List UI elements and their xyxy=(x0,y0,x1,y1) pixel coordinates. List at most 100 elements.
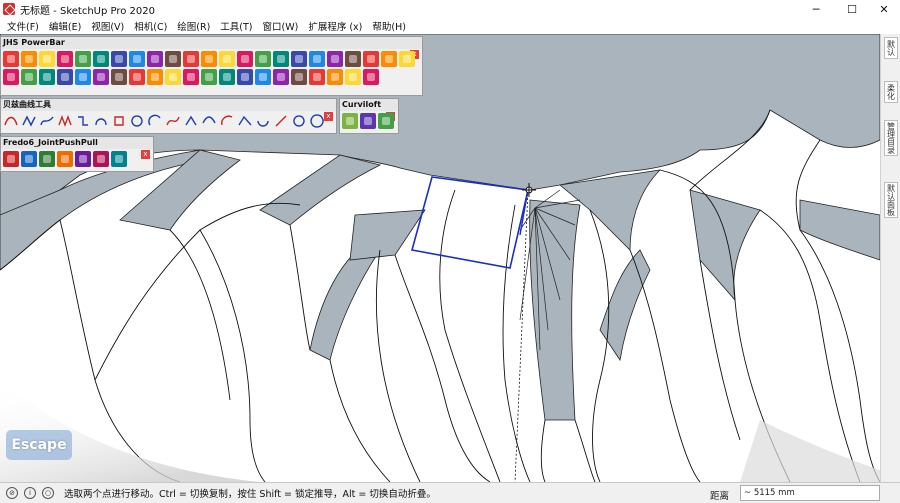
gray-wedge-center xyxy=(529,199,581,421)
jhs-tool-33-icon[interactable] xyxy=(165,69,181,85)
jhs-tool-37-icon[interactable] xyxy=(237,69,253,85)
jhs-tool-22-icon[interactable] xyxy=(381,51,397,67)
fredo6-tool-4-icon[interactable] xyxy=(57,151,73,167)
bezier-tool-18-icon[interactable] xyxy=(309,113,325,129)
jhs-tool-17-icon[interactable] xyxy=(291,51,307,67)
jhs-tool-23-icon[interactable] xyxy=(399,51,415,67)
fredo6-tool-5-icon[interactable] xyxy=(75,151,91,167)
jhs-tool-44-icon[interactable] xyxy=(363,69,379,85)
minimize-button[interactable]: ─ xyxy=(798,0,834,18)
jhs-tool-28-icon[interactable] xyxy=(75,69,91,85)
jhs-tool-36-icon[interactable] xyxy=(219,69,235,85)
bezier-tool-10-icon[interactable] xyxy=(165,113,181,129)
bezier-tool-11-icon[interactable] xyxy=(183,113,199,129)
jhs-tool-11-icon[interactable] xyxy=(183,51,199,67)
bezier-tool-9-icon[interactable] xyxy=(147,113,163,129)
geo-location-icon[interactable]: ⊘ xyxy=(6,487,18,499)
jhs-tool-24-icon[interactable] xyxy=(3,69,19,85)
fredo6-tool-2-icon[interactable] xyxy=(21,151,37,167)
curviloft-tool-1-icon[interactable] xyxy=(342,113,358,129)
bezier-tool-15-icon[interactable] xyxy=(255,113,271,129)
bezier-tool-6-icon[interactable] xyxy=(93,113,109,129)
jhs-tool-20-icon[interactable] xyxy=(345,51,361,67)
jhs-tool-30-icon[interactable] xyxy=(111,69,127,85)
menu-camera[interactable]: 相机(C) xyxy=(129,19,172,33)
bezier-tool-16-icon[interactable] xyxy=(273,113,289,129)
fredo6-tool-7-icon[interactable] xyxy=(111,151,127,167)
jhs-tool-42-icon[interactable] xyxy=(327,69,343,85)
tray-tab-default[interactable]: 默认 xyxy=(884,37,898,59)
jhs-tool-7-icon[interactable] xyxy=(111,51,127,67)
jhs-tool-27-icon[interactable] xyxy=(57,69,73,85)
bezier-tool-8-icon[interactable] xyxy=(129,113,145,129)
jhs-tool-4-icon[interactable] xyxy=(57,51,73,67)
jhs-tool-38-icon[interactable] xyxy=(255,69,271,85)
fredo6-toolbar-title[interactable]: Fredo6_JointPushPull xyxy=(1,137,153,149)
jhs-tool-41-icon[interactable] xyxy=(309,69,325,85)
credits-icon[interactable]: i xyxy=(24,487,36,499)
user-icon[interactable]: ○ xyxy=(42,487,54,499)
jhs-tool-9-icon[interactable] xyxy=(147,51,163,67)
curviloft-tool-3-icon[interactable] xyxy=(378,113,394,129)
bezier-tool-3-icon[interactable] xyxy=(39,113,55,129)
jhs-tool-21-icon[interactable] xyxy=(363,51,379,67)
jhs-tool-12-icon[interactable] xyxy=(201,51,217,67)
jhs-tool-31-icon[interactable] xyxy=(129,69,145,85)
jhs-tool-14-icon[interactable] xyxy=(237,51,253,67)
jhs-tool-2-icon[interactable] xyxy=(21,51,37,67)
jhs-tool-1-icon[interactable] xyxy=(3,51,19,67)
tray-tab-soften[interactable]: 柔化 xyxy=(884,81,898,103)
bezier-tool-2-icon[interactable] xyxy=(21,113,37,129)
jhs-tool-16-icon[interactable] xyxy=(273,51,289,67)
jhs-tool-43-icon[interactable] xyxy=(345,69,361,85)
menu-extensions[interactable]: 扩展程序 (x) xyxy=(303,19,367,33)
fredo6-tool-1-icon[interactable] xyxy=(3,151,19,167)
jhs-tool-13-icon[interactable] xyxy=(219,51,235,67)
bezier-toolbar-close-icon[interactable]: x xyxy=(324,112,333,121)
close-window-button[interactable]: ✕ xyxy=(866,0,900,18)
jhs-tool-40-icon[interactable] xyxy=(291,69,307,85)
jhs-tool-18-icon[interactable] xyxy=(309,51,325,67)
bezier-tool-5-icon[interactable] xyxy=(75,113,91,129)
jhs-tool-15-icon[interactable] xyxy=(255,51,271,67)
bezier-tool-13-icon[interactable] xyxy=(219,113,235,129)
jhs-tool-19-icon[interactable] xyxy=(327,51,343,67)
measurements-input[interactable]: ~ 5115 mm xyxy=(740,485,880,501)
maximize-button[interactable]: ☐ xyxy=(834,0,870,18)
menu-draw[interactable]: 绘图(R) xyxy=(172,19,215,33)
bezier-toolbar-title[interactable]: 贝兹曲线工具 xyxy=(1,99,336,111)
bezier-tool-4-icon[interactable] xyxy=(57,113,73,129)
jhs-tool-26-icon[interactable] xyxy=(39,69,55,85)
jhs-tool-8-icon[interactable] xyxy=(129,51,145,67)
menu-view[interactable]: 视图(V) xyxy=(86,19,129,33)
fredo6-tool-6-icon[interactable] xyxy=(93,151,109,167)
jhs-tool-5-icon[interactable] xyxy=(75,51,91,67)
jhs-tool-3-icon[interactable] xyxy=(39,51,55,67)
menu-help[interactable]: 帮助(H) xyxy=(367,19,411,33)
fredo6-toolbar-close-icon[interactable]: x xyxy=(141,150,150,159)
bezier-tool-14-icon[interactable] xyxy=(237,113,253,129)
curviloft-toolbar-title[interactable]: Curviloft xyxy=(340,99,398,111)
fredo6-tool-3-icon[interactable] xyxy=(39,151,55,167)
bezier-tool-17-icon[interactable] xyxy=(291,113,307,129)
jhs-tool-10-icon[interactable] xyxy=(165,51,181,67)
jhs-tool-6-icon[interactable] xyxy=(93,51,109,67)
bezier-tool-7-icon[interactable] xyxy=(111,113,127,129)
tray-tab-default-panel[interactable]: 默认面板 xyxy=(884,182,898,218)
jhs-tool-29-icon[interactable] xyxy=(93,69,109,85)
curviloft-tool-2-icon[interactable] xyxy=(360,113,376,129)
jhs-tool-34-icon[interactable] xyxy=(183,69,199,85)
menu-edit[interactable]: 编辑(E) xyxy=(44,19,86,33)
modeling-viewport[interactable]: JHS PowerBar x 贝兹曲线工具 x Curviloft x Fred… xyxy=(0,34,880,482)
bezier-tool-1-icon[interactable] xyxy=(3,113,19,129)
jhs-tool-35-icon[interactable] xyxy=(201,69,217,85)
jhs-tool-39-icon[interactable] xyxy=(273,69,289,85)
tray-tab-manage-directory[interactable]: 管理目录 xyxy=(884,120,898,156)
jhs-tool-32-icon[interactable] xyxy=(147,69,163,85)
bezier-tool-12-icon[interactable] xyxy=(201,113,217,129)
menu-file[interactable]: 文件(F) xyxy=(2,19,44,33)
menu-window[interactable]: 窗口(W) xyxy=(258,19,304,33)
menu-tools[interactable]: 工具(T) xyxy=(215,19,257,33)
jhs-powerbar-title[interactable]: JHS PowerBar xyxy=(1,37,422,49)
jhs-tool-25-icon[interactable] xyxy=(21,69,37,85)
